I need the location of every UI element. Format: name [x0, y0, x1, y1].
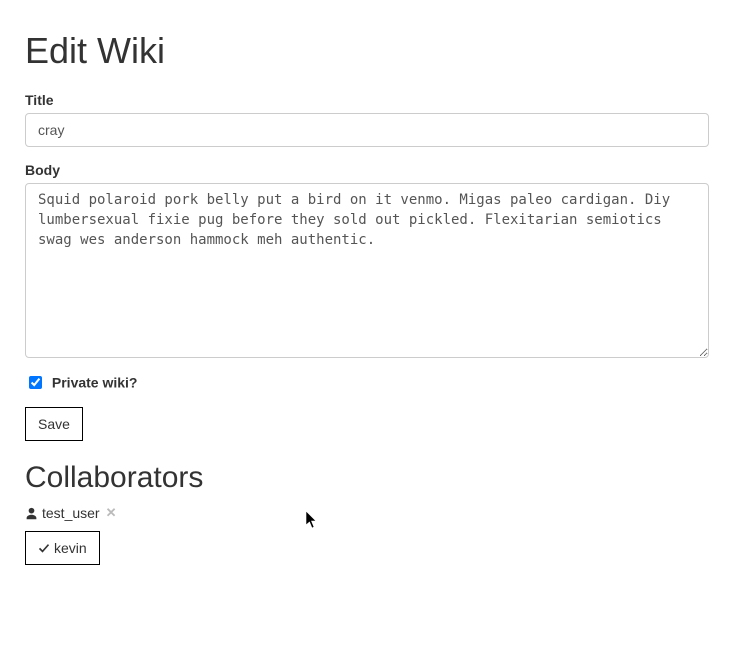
body-label: Body	[25, 162, 60, 178]
body-textarea[interactable]: Squid polaroid pork belly put a bird on …	[25, 183, 709, 358]
collaborators-heading: Collaborators	[25, 461, 709, 495]
title-field-group: Title	[25, 92, 709, 147]
add-collaborator-button[interactable]: kevin	[25, 531, 100, 565]
check-icon	[38, 542, 50, 554]
page-title: Edit Wiki	[25, 30, 709, 72]
user-icon	[25, 507, 38, 520]
private-checkbox-row: Private wiki?	[25, 373, 709, 392]
title-label: Title	[25, 92, 54, 108]
remove-collaborator-icon[interactable]: ✕	[106, 505, 117, 521]
private-label[interactable]: Private wiki?	[52, 375, 138, 391]
title-input[interactable]	[25, 113, 709, 147]
save-button[interactable]: Save	[25, 407, 83, 441]
collaborator-row: test_user ✕	[25, 505, 709, 521]
body-field-group: Body Squid polaroid pork belly put a bir…	[25, 162, 709, 358]
add-collaborator-label: kevin	[54, 538, 87, 558]
private-checkbox[interactable]	[29, 376, 42, 389]
collaborator-name: test_user	[42, 505, 100, 521]
